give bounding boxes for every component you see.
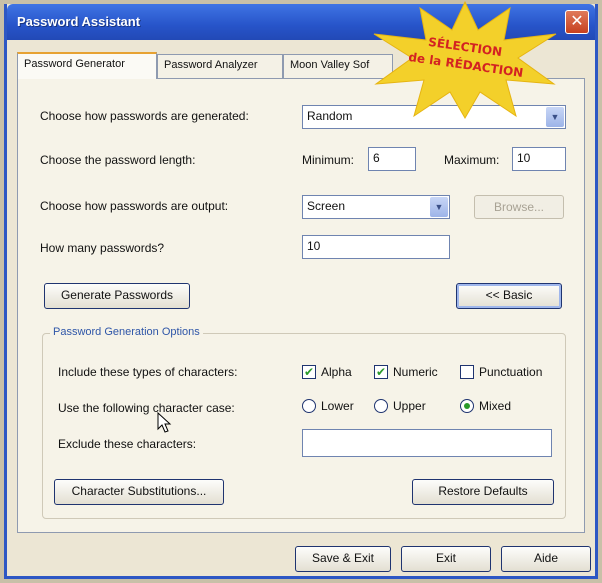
minimum-length-input[interactable]: 6 <box>368 147 416 171</box>
mixed-case-label: Mixed <box>479 399 512 413</box>
output-method-value: Screen <box>307 199 346 213</box>
tab-password-generator[interactable]: Password Generator <box>17 52 157 79</box>
character-case-label: Use the following character case: <box>58 401 235 415</box>
generation-options-title: Password Generation Options <box>50 326 203 338</box>
generation-method-value: Random <box>307 109 353 123</box>
mixed-case-radio[interactable] <box>460 399 474 413</box>
password-count-input[interactable]: 10 <box>302 235 450 259</box>
password-length-label: Choose the password length: <box>40 153 196 167</box>
close-button[interactable]: ✕ <box>565 10 589 34</box>
generation-method-select[interactable]: Random ▼ <box>302 105 566 129</box>
basic-mode-button[interactable]: << Basic <box>456 283 562 309</box>
title-bar[interactable]: Password Assistant ✕ <box>7 4 595 40</box>
minimum-label: Minimum: <box>302 153 355 167</box>
lower-case-label: Lower <box>321 399 354 413</box>
character-types-label: Include these types of characters: <box>58 365 238 379</box>
close-icon: ✕ <box>570 13 584 30</box>
lower-case-radio[interactable] <box>302 399 316 413</box>
numeric-label: Numeric <box>393 365 438 379</box>
exclude-characters-label: Exclude these characters: <box>58 437 197 451</box>
alpha-checkbox[interactable]: ✔ <box>302 365 316 379</box>
exit-button[interactable]: Exit <box>401 546 491 572</box>
password-generator-panel: Choose how passwords are generated: Rand… <box>17 78 585 533</box>
maximum-label: Maximum: <box>444 153 500 167</box>
help-button[interactable]: Aide <box>501 546 591 572</box>
punctuation-label: Punctuation <box>479 365 543 379</box>
password-count-label: How many passwords? <box>40 241 165 255</box>
chevron-down-icon: ▼ <box>430 197 448 217</box>
character-substitutions-button[interactable]: Character Substitutions... <box>54 479 224 505</box>
window-title: Password Assistant <box>17 14 141 29</box>
generation-method-label: Choose how passwords are generated: <box>40 109 249 123</box>
alpha-label: Alpha <box>321 365 352 379</box>
generate-passwords-button[interactable]: Generate Passwords <box>44 283 190 309</box>
numeric-checkbox[interactable]: ✔ <box>374 365 388 379</box>
mouse-pointer-icon <box>157 412 172 433</box>
chevron-down-icon: ▼ <box>546 107 564 127</box>
output-method-label: Choose how passwords are output: <box>40 199 229 213</box>
tab-moon-valley-software[interactable]: Moon Valley Sof <box>283 54 393 78</box>
exclude-characters-input[interactable] <box>302 429 552 457</box>
save-and-exit-button[interactable]: Save & Exit <box>295 546 391 572</box>
tab-strip: Password Generator Password Analyzer Moo… <box>17 52 587 79</box>
upper-case-radio[interactable] <box>374 399 388 413</box>
password-assistant-window: Password Assistant ✕ Password Generator … <box>4 4 598 579</box>
tab-password-analyzer[interactable]: Password Analyzer <box>157 54 283 78</box>
punctuation-checkbox[interactable] <box>460 365 474 379</box>
maximum-length-input[interactable]: 10 <box>512 147 566 171</box>
browse-button[interactable]: Browse... <box>474 195 564 219</box>
upper-case-label: Upper <box>393 399 426 413</box>
output-method-select[interactable]: Screen ▼ <box>302 195 450 219</box>
restore-defaults-button[interactable]: Restore Defaults <box>412 479 554 505</box>
